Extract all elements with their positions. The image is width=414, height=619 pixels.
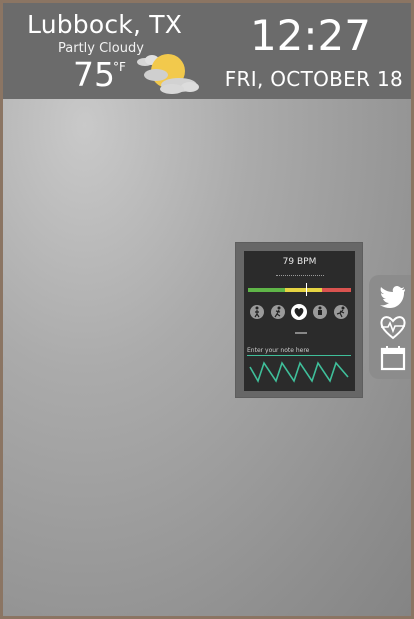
calendar-icon[interactable] [378, 345, 408, 373]
heart-monitor-icon[interactable] [378, 313, 408, 341]
meter-yellow-zone [285, 288, 322, 292]
side-app-menu [369, 275, 411, 379]
partly-cloudy-icon [137, 54, 199, 94]
bpm-subtitle [276, 272, 324, 276]
mirror-screen: Lubbock, TX Partly Cloudy 75 °F 12:27 FR… [0, 0, 414, 619]
heart-rate-meter [248, 288, 351, 292]
heart-rate-widget[interactable]: 79 BPM [235, 242, 363, 398]
meter-green-zone [248, 288, 285, 292]
note-input[interactable] [247, 345, 351, 356]
heart-rate-panel: 79 BPM [244, 251, 355, 391]
meter-marker [306, 283, 307, 296]
weather-condition: Partly Cloudy [58, 41, 144, 56]
clock-date: FRI, OCTOBER 18 [224, 67, 403, 91]
temperature-unit: °F [113, 60, 126, 74]
run-icon[interactable] [271, 305, 285, 319]
bpm-readout: 79 BPM [282, 257, 317, 267]
city-label: Lubbock, TX [27, 10, 183, 39]
sprint-icon[interactable] [334, 305, 348, 319]
top-status-bar: Lubbock, TX Partly Cloudy 75 °F 12:27 FR… [3, 3, 411, 99]
temperature-value: 75 [73, 55, 115, 94]
heart-rate-waveform [249, 361, 349, 383]
clock-time: 12:27 [249, 11, 371, 60]
walk-icon[interactable] [250, 305, 264, 319]
activity-selector [250, 304, 350, 321]
activity-label [295, 331, 307, 337]
twitter-icon[interactable] [378, 283, 408, 311]
meter-red-zone [322, 288, 351, 292]
sit-icon[interactable] [313, 305, 327, 319]
heart-icon[interactable] [291, 304, 307, 320]
